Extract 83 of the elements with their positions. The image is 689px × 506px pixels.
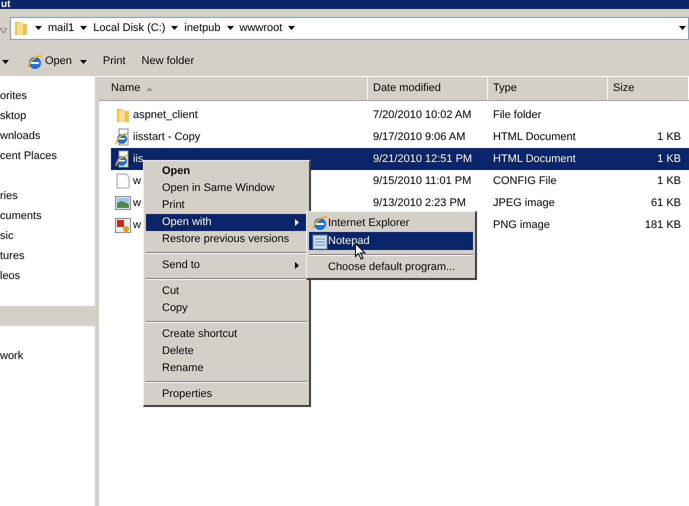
type-cell: HTML Document: [493, 130, 576, 143]
column-header[interactable]: Type: [488, 77, 608, 100]
caret-icon: [35, 26, 42, 30]
caret-icon: [80, 26, 88, 30]
type-cell: CONFIG File: [493, 174, 557, 187]
menu-item[interactable]: Internet Explorer: [309, 214, 473, 232]
caret-icon: [80, 60, 87, 64]
notepad-icon: [312, 232, 328, 250]
menu-item[interactable]: Open in Same Window: [146, 180, 307, 197]
toolbar-button[interactable]: New folder: [142, 50, 194, 72]
menu-item[interactable]: Cut: [146, 283, 307, 300]
menu-item[interactable]: Open with: [146, 214, 307, 231]
document-icon: [116, 173, 130, 189]
browser-icon: [312, 215, 328, 231]
menu-item[interactable]: Delete: [146, 343, 307, 360]
open-button[interactable]: Open: [27, 50, 87, 72]
folder-icon: [13, 20, 29, 36]
file-name[interactable]: w: [133, 194, 141, 212]
window-title: ut: [0, 0, 10, 9]
web-page-icon: [115, 150, 131, 168]
nav-item[interactable]: orites: [0, 86, 95, 106]
submenu-arrow-icon: [295, 219, 299, 226]
nav-item[interactable]: cent Places: [0, 146, 95, 166]
menu-item[interactable]: Notepad: [309, 232, 473, 250]
image-icon: [115, 196, 131, 210]
column-header[interactable]: Date modified: [368, 77, 488, 100]
menu-item[interactable]: Choose default program...: [309, 259, 473, 276]
menu-item[interactable]: Restore previous versions: [146, 231, 307, 248]
nav-item[interactable]: cuments: [0, 206, 95, 226]
file-name[interactable]: aspnet_client: [133, 106, 198, 124]
nav-item[interactable]: ries: [0, 186, 95, 206]
type-cell: JPEG image: [493, 196, 555, 209]
date-cell: 7/20/2010 10:02 AM: [373, 108, 472, 121]
browser-icon: [27, 54, 43, 70]
nav-item[interactable]: sic: [0, 226, 95, 246]
caret-icon: [226, 26, 234, 30]
menu-item[interactable]: Send to: [146, 257, 307, 274]
file-name[interactable]: w: [133, 216, 141, 234]
nav-item[interactable]: sktop: [0, 106, 95, 126]
dropdown-icon: [679, 26, 686, 30]
file-name[interactable]: iisstart - Copy: [133, 128, 200, 146]
menu-item[interactable]: Rename: [146, 360, 307, 377]
date-cell: 9/15/2010 11:01 PM: [373, 174, 472, 187]
caret-icon: [171, 26, 178, 30]
dropdown-icon: [0, 28, 7, 32]
column-header[interactable]: Size: [608, 77, 689, 100]
toolbar-button[interactable]: Print: [102, 50, 126, 72]
menu-item[interactable]: Print: [146, 197, 307, 214]
nav-item[interactable]: [0, 306, 95, 326]
sort-arrow-icon: [146, 86, 154, 90]
menu-item[interactable]: Open: [146, 163, 307, 180]
image-icon: [115, 218, 131, 232]
file-name[interactable]: iis: [133, 150, 144, 168]
size-cell-text: 1 KB: [657, 174, 681, 189]
submenu-arrow-icon: [295, 262, 299, 269]
nav-item[interactable]: wnloads: [0, 126, 95, 146]
breadcrumb[interactable]: inetpub: [184, 22, 221, 34]
menu-item[interactable]: Properties: [146, 386, 307, 403]
menu-item[interactable]: Create shortcut: [146, 326, 307, 343]
file-name[interactable]: w: [133, 172, 141, 190]
size-cell-text: 1 KB: [657, 130, 681, 145]
nav-item[interactable]: tures: [0, 246, 95, 266]
size-cell-text: 181 KB: [644, 218, 681, 233]
web-page-icon: [115, 128, 131, 146]
breadcrumb[interactable]: Local Disk (C:): [93, 22, 166, 34]
type-cell: File folder: [493, 108, 542, 121]
type-cell: HTML Document: [493, 152, 576, 165]
address-field[interactable]: mail1 Local Disk (C:) inetpub wwwroot: [10, 16, 689, 40]
type-cell: PNG image: [493, 218, 550, 231]
breadcrumb[interactable]: mail1: [48, 22, 74, 34]
nav-item[interactable]: work: [0, 346, 95, 366]
size-cell-text: 61 KB: [651, 196, 681, 211]
breadcrumb[interactable]: wwwroot: [240, 22, 282, 34]
nav-item[interactable]: leos: [0, 266, 95, 286]
date-cell: 9/13/2010 2:23 PM: [373, 196, 466, 209]
menu-item[interactable]: Copy: [146, 300, 307, 317]
date-cell: 9/17/2010 9:06 AM: [373, 130, 466, 143]
column-header[interactable]: Name: [99, 77, 368, 100]
caret-icon: [288, 26, 296, 30]
date-cell: 9/21/2010 12:51 PM: [373, 152, 472, 165]
size-cell-text: 1 KB: [657, 152, 681, 167]
folder-icon: [115, 107, 131, 123]
caret-icon: [2, 60, 9, 64]
